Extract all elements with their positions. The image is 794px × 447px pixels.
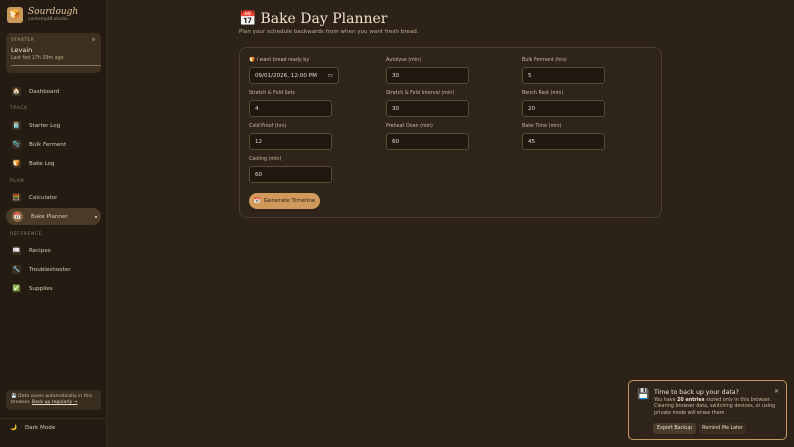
nav-item-starter-log[interactable]: 🫙 Starter Log <box>6 117 101 134</box>
bench-rest-field: Bench Rest (min) 20 <box>522 91 605 117</box>
floppy-disk-icon: 💾 <box>637 389 650 400</box>
book-icon: 📖 <box>12 246 21 255</box>
backup-link[interactable]: Back up regularly → <box>32 400 78 405</box>
starter-card[interactable]: STARTER ⚙ Levain Last fed 17h 39m ago <box>6 33 101 73</box>
starter-section-label: STARTER <box>11 38 35 43</box>
bulk-ferment-field: Bulk Ferment (hrs) 5 <box>522 58 605 84</box>
sf-sets-field: Stretch & Fold Sets 4 <box>249 91 332 117</box>
cooling-input[interactable]: 60 <box>249 166 332 183</box>
nav-section-plan: PLAN <box>10 179 25 184</box>
preheat-field: Preheat Oven (min) 60 <box>386 124 469 150</box>
nav-label: Dashboard <box>29 88 60 95</box>
bake-time-label: Bake Time (min) <box>522 124 562 129</box>
remind-later-button[interactable]: Remind Me Later <box>699 423 746 434</box>
bench-rest-label: Bench Rest (min) <box>522 91 564 96</box>
nav-section-reference: REFERENCE <box>10 232 43 237</box>
moon-icon: 🌙 <box>10 425 17 431</box>
nav-item-recipes[interactable]: 📖 Recipes <box>6 242 101 259</box>
checkbox-icon: ✅ <box>12 284 21 293</box>
ready-by-field: 🍞 I want bread ready by 09/01/2026, 12:0… <box>249 58 339 84</box>
toast-body-prefix: You have <box>654 398 678 403</box>
page-title-text: Bake Day Planner <box>260 11 388 27</box>
gear-icon[interactable]: ⚙ <box>91 38 96 43</box>
nav-label: Supplies <box>29 285 53 292</box>
close-icon[interactable]: ✕ <box>774 388 779 395</box>
nav-section-track: TRACK <box>10 106 28 111</box>
divider <box>0 418 107 419</box>
page-subtitle: Plan your schedule backwards from when y… <box>239 29 419 35</box>
home-icon: 🏠 <box>12 87 21 96</box>
bench-rest-input[interactable]: 20 <box>522 100 605 117</box>
nav-item-supplies[interactable]: ✅ Supplies <box>6 280 101 297</box>
cold-proof-field: Cold Proof (hrs) 12 <box>249 124 332 150</box>
cold-proof-input[interactable]: 12 <box>249 133 332 150</box>
dark-mode-toggle[interactable]: 🌙 Dark Mode <box>10 425 55 431</box>
autolyse-input[interactable]: 30 <box>386 67 469 84</box>
nav-label: Bake Planner <box>31 213 68 220</box>
nav-label: Bulk Ferment <box>29 141 67 148</box>
ready-by-input[interactable]: 09/01/2026, 12:00 PM ▭ <box>249 67 339 84</box>
brand-name: Sourdough <box>28 7 79 17</box>
export-backup-button[interactable]: Export Backup <box>653 423 696 434</box>
toast-title: Time to back up your data? <box>654 389 739 396</box>
sf-sets-label: Stretch & Fold Sets <box>249 91 295 96</box>
calendar-icon: 📅 <box>239 11 257 27</box>
sf-sets-input[interactable]: 4 <box>249 100 332 117</box>
nav-item-bake-planner[interactable]: 📅 Bake Planner <box>6 208 101 225</box>
bread-icon: 🍞 <box>12 159 21 168</box>
nav-label: Bake Log <box>29 160 55 167</box>
preheat-input[interactable]: 60 <box>386 133 469 150</box>
nav-label: Troubleshooter <box>29 266 71 273</box>
starter-last-fed: Last fed 17h 39m ago <box>11 56 64 61</box>
cold-proof-label: Cold Proof (hrs) <box>249 124 287 129</box>
bread-icon: 🍞 <box>7 7 23 23</box>
autolyse-field: Autolyse (min) 30 <box>386 58 469 84</box>
generate-label: Generate Timeline <box>263 198 316 204</box>
save-note: 💾 Data saves automatically in this brows… <box>6 390 101 410</box>
ready-by-label: 🍞 I want bread ready by <box>249 58 310 63</box>
calculator-icon: 🧮 <box>12 193 21 202</box>
starter-progress-bar <box>11 65 101 66</box>
toast-body: You have 20 entries stored only in this … <box>654 398 776 417</box>
sf-interval-label: Stretch & Fold Interval (min) <box>386 91 455 96</box>
bake-time-field: Bake Time (min) 45 <box>522 124 605 150</box>
nav-label: Starter Log <box>29 122 61 129</box>
backup-toast: 💾 Time to back up your data? ✕ You have … <box>628 380 787 440</box>
nav-item-troubleshooter[interactable]: 🔧 Troubleshooter <box>6 261 101 278</box>
sidebar: 🍞 Sourdough contempt8.studio STARTER ⚙ L… <box>0 0 107 447</box>
bulk-ferment-label: Bulk Ferment (hrs) <box>522 58 567 63</box>
generate-timeline-button[interactable]: 📅 Generate Timeline <box>249 193 320 209</box>
autolyse-label: Autolyse (min) <box>386 58 422 63</box>
calendar-icon: 📅 <box>253 198 261 204</box>
sf-interval-field: Stretch & Fold Interval (min) 30 <box>386 91 469 117</box>
nav-item-dashboard[interactable]: 🏠 Dashboard <box>6 83 101 100</box>
preheat-label: Preheat Oven (min) <box>386 124 433 129</box>
starter-name: Levain <box>11 46 33 54</box>
sf-interval-input[interactable]: 30 <box>386 100 469 117</box>
ready-by-value: 09/01/2026, 12:00 PM <box>255 73 317 79</box>
calendar-picker-icon[interactable]: ▭ <box>328 73 333 79</box>
cooling-label: Cooling (min) <box>249 157 282 162</box>
active-indicator <box>95 215 97 218</box>
jar-icon: 🫙 <box>12 121 21 130</box>
nav-item-calculator[interactable]: 🧮 Calculator <box>6 189 101 206</box>
brand-subtitle: contempt8.studio <box>28 17 68 22</box>
nav-label: Calculator <box>29 194 58 201</box>
cooling-field: Cooling (min) 60 <box>249 157 332 183</box>
page-title: 📅 Bake Day Planner <box>239 11 387 27</box>
nav-label: Recipes <box>29 247 51 254</box>
dough-icon: 🫧 <box>12 140 21 149</box>
nav-item-bulk-ferment[interactable]: 🫧 Bulk Ferment <box>6 136 101 153</box>
bake-time-input[interactable]: 45 <box>522 133 605 150</box>
nav-item-bake-log[interactable]: 🍞 Bake Log <box>6 155 101 172</box>
bulk-ferment-input[interactable]: 5 <box>522 67 605 84</box>
wrench-icon: 🔧 <box>12 265 21 274</box>
brand[interactable]: 🍞 Sourdough contempt8.studio <box>7 7 78 23</box>
toast-entry-count: 20 entries <box>677 398 705 403</box>
calendar-icon: 📅 <box>12 211 23 222</box>
dark-mode-label: Dark Mode <box>24 425 56 431</box>
